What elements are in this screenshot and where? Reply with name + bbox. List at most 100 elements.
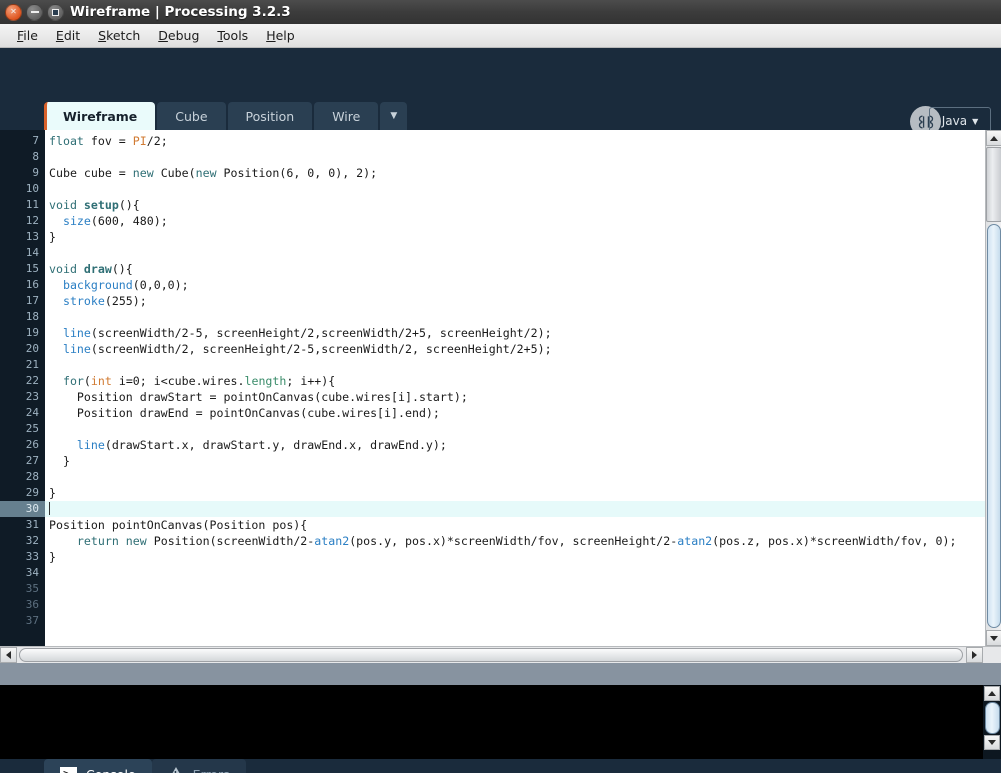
console-scroll-down-button[interactable] <box>984 735 1000 750</box>
code-token: line <box>62 326 91 340</box>
console-scroll-up-button[interactable] <box>984 686 1000 701</box>
code-line[interactable] <box>45 501 1001 517</box>
editor-horizontal-scrollbar[interactable] <box>0 646 1001 663</box>
scrollbar-track[interactable] <box>987 224 1001 628</box>
arrow-left-icon <box>6 651 11 659</box>
window-controls: ✕ <box>0 3 64 21</box>
code-line[interactable] <box>45 597 1001 613</box>
code-token: i=0; i<cube.wires. <box>111 374 245 388</box>
scroll-up-button[interactable] <box>986 130 1001 146</box>
code-line[interactable]: for(int i=0; i<cube.wires.length; i++){ <box>45 373 1001 389</box>
code-token: Position pointOnCanvas(Position pos){ <box>49 518 308 532</box>
scrollbar-thumb[interactable] <box>986 147 1001 222</box>
scroll-right-button[interactable] <box>966 647 983 663</box>
hscrollbar-thumb[interactable] <box>19 648 963 662</box>
code-text-area[interactable]: float fov = PI/2; Cube cube = new Cube(ne… <box>45 130 1001 646</box>
console-scrollbar-thumb[interactable] <box>984 702 1000 734</box>
code-token: return <box>76 534 119 548</box>
code-line[interactable]: Position drawStart = pointOnCanvas(cube.… <box>45 389 1001 405</box>
code-line[interactable]: Position pointOnCanvas(Position pos){ <box>45 517 1001 533</box>
code-line[interactable]: stroke(255); <box>45 293 1001 309</box>
tab-errors[interactable]: Errors <box>151 759 246 773</box>
scroll-left-button[interactable] <box>0 647 17 663</box>
code-line[interactable] <box>45 613 1001 629</box>
code-line[interactable] <box>45 565 1001 581</box>
code-line[interactable]: float fov = PI/2; <box>45 133 1001 149</box>
tab-position[interactable]: Position <box>227 102 313 130</box>
code-token: Position drawEnd = pointOnCanvas(cube.wi… <box>49 406 440 420</box>
scroll-down-button[interactable] <box>986 630 1001 646</box>
maximize-button[interactable] <box>47 3 64 21</box>
line-number: 9 <box>32 166 39 179</box>
code-token: atan2 <box>314 534 350 548</box>
code-line[interactable]: Cube cube = new Cube(new Position(6, 0, … <box>45 165 1001 181</box>
menu-file[interactable]: File <box>8 26 47 45</box>
code-token: new <box>132 166 154 180</box>
code-token: int <box>90 374 112 388</box>
code-line[interactable]: line(drawStart.x, drawStart.y, drawEnd.x… <box>45 437 1001 453</box>
line-number: 17 <box>25 294 39 307</box>
tab-overflow-button[interactable]: ▼ <box>380 102 408 130</box>
code-line[interactable]: void setup(){ <box>45 197 1001 213</box>
tab-wire[interactable]: Wire <box>314 102 379 130</box>
code-line[interactable]: void draw(){ <box>45 261 1001 277</box>
code-line[interactable] <box>45 309 1001 325</box>
code-line[interactable]: } <box>45 549 1001 565</box>
code-line[interactable] <box>45 357 1001 373</box>
chevron-down-icon: ▼ <box>390 111 398 121</box>
code-token: } <box>49 230 56 244</box>
code-line[interactable] <box>45 469 1001 485</box>
menu-debug[interactable]: Debug <box>149 26 208 45</box>
menu-edit[interactable]: Edit <box>47 26 89 45</box>
line-number: 32 <box>25 534 39 547</box>
tab-cube[interactable]: Cube <box>157 102 226 130</box>
code-line[interactable]: background(0,0,0); <box>45 277 1001 293</box>
tab-label: Console <box>86 767 136 773</box>
line-number: 28 <box>25 470 39 483</box>
close-button[interactable]: ✕ <box>5 3 22 21</box>
line-number: 23 <box>25 390 39 403</box>
tab-wireframe[interactable]: Wireframe <box>44 102 156 130</box>
console-output[interactable] <box>0 685 1001 759</box>
terminal-icon: >_ <box>60 767 77 773</box>
code-token: (0,0,0); <box>132 278 189 292</box>
editor-vertical-scrollbar[interactable] <box>985 130 1001 646</box>
minimize-button[interactable] <box>26 3 43 21</box>
code-line[interactable]: Position drawEnd = pointOnCanvas(cube.wi… <box>45 405 1001 421</box>
line-number: 11 <box>25 198 39 211</box>
menu-sketch[interactable]: Sketch <box>89 26 149 45</box>
line-number: 18 <box>25 310 39 323</box>
line-number: 37 <box>25 614 39 627</box>
code-line[interactable] <box>45 181 1001 197</box>
code-line[interactable] <box>45 245 1001 261</box>
code-token: /2; <box>146 134 168 148</box>
line-number: 14 <box>25 246 39 259</box>
window-titlebar: ✕ Wireframe | Processing 3.2.3 <box>0 0 1001 24</box>
menu-tools[interactable]: Tools <box>208 26 257 45</box>
code-line[interactable] <box>45 149 1001 165</box>
line-number: 22 <box>25 374 39 387</box>
tab-console[interactable]: >_ Console <box>44 759 152 773</box>
arrow-down-icon <box>988 740 996 745</box>
code-line[interactable] <box>45 421 1001 437</box>
code-line[interactable]: line(screenWidth/2-5, screenHeight/2,scr… <box>45 325 1001 341</box>
panel-divider[interactable] <box>0 663 1001 685</box>
code-token: float <box>49 134 84 148</box>
menu-help[interactable]: Help <box>257 26 304 45</box>
bottom-tab-bar: >_ Console Errors <box>0 759 1001 773</box>
code-token: } <box>49 454 70 468</box>
console-scrollbar[interactable] <box>983 685 1001 759</box>
code-line[interactable] <box>45 581 1001 597</box>
code-line[interactable]: return new Position(screenWidth/2-atan2(… <box>45 533 1001 549</box>
code-line[interactable]: size(600, 480); <box>45 213 1001 229</box>
code-line[interactable]: } <box>45 229 1001 245</box>
code-line[interactable]: line(screenWidth/2, screenHeight/2-5,scr… <box>45 341 1001 357</box>
code-line[interactable]: } <box>45 485 1001 501</box>
code-editor[interactable]: 7 8 9 10 11 12 13 14 15 16 17 18 19 20 21 22 23 24 25 26 27 2… <box>0 130 1001 646</box>
code-line[interactable]: } <box>45 453 1001 469</box>
